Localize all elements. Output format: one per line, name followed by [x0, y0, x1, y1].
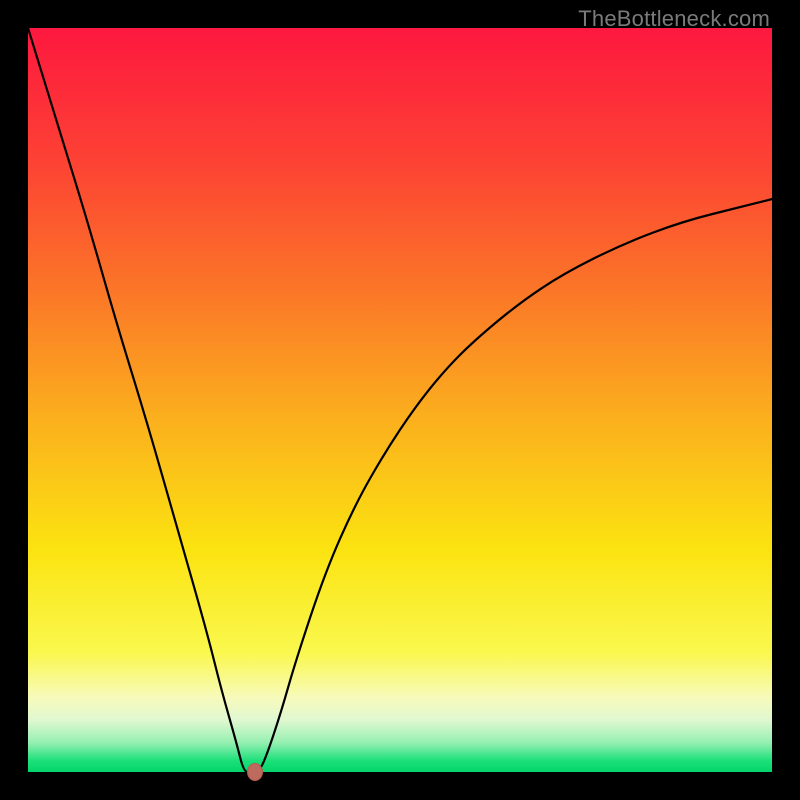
watermark-text: TheBottleneck.com — [578, 6, 770, 32]
bottleneck-chart — [28, 28, 772, 772]
plot-frame — [28, 28, 772, 772]
optimum-marker — [247, 763, 263, 781]
